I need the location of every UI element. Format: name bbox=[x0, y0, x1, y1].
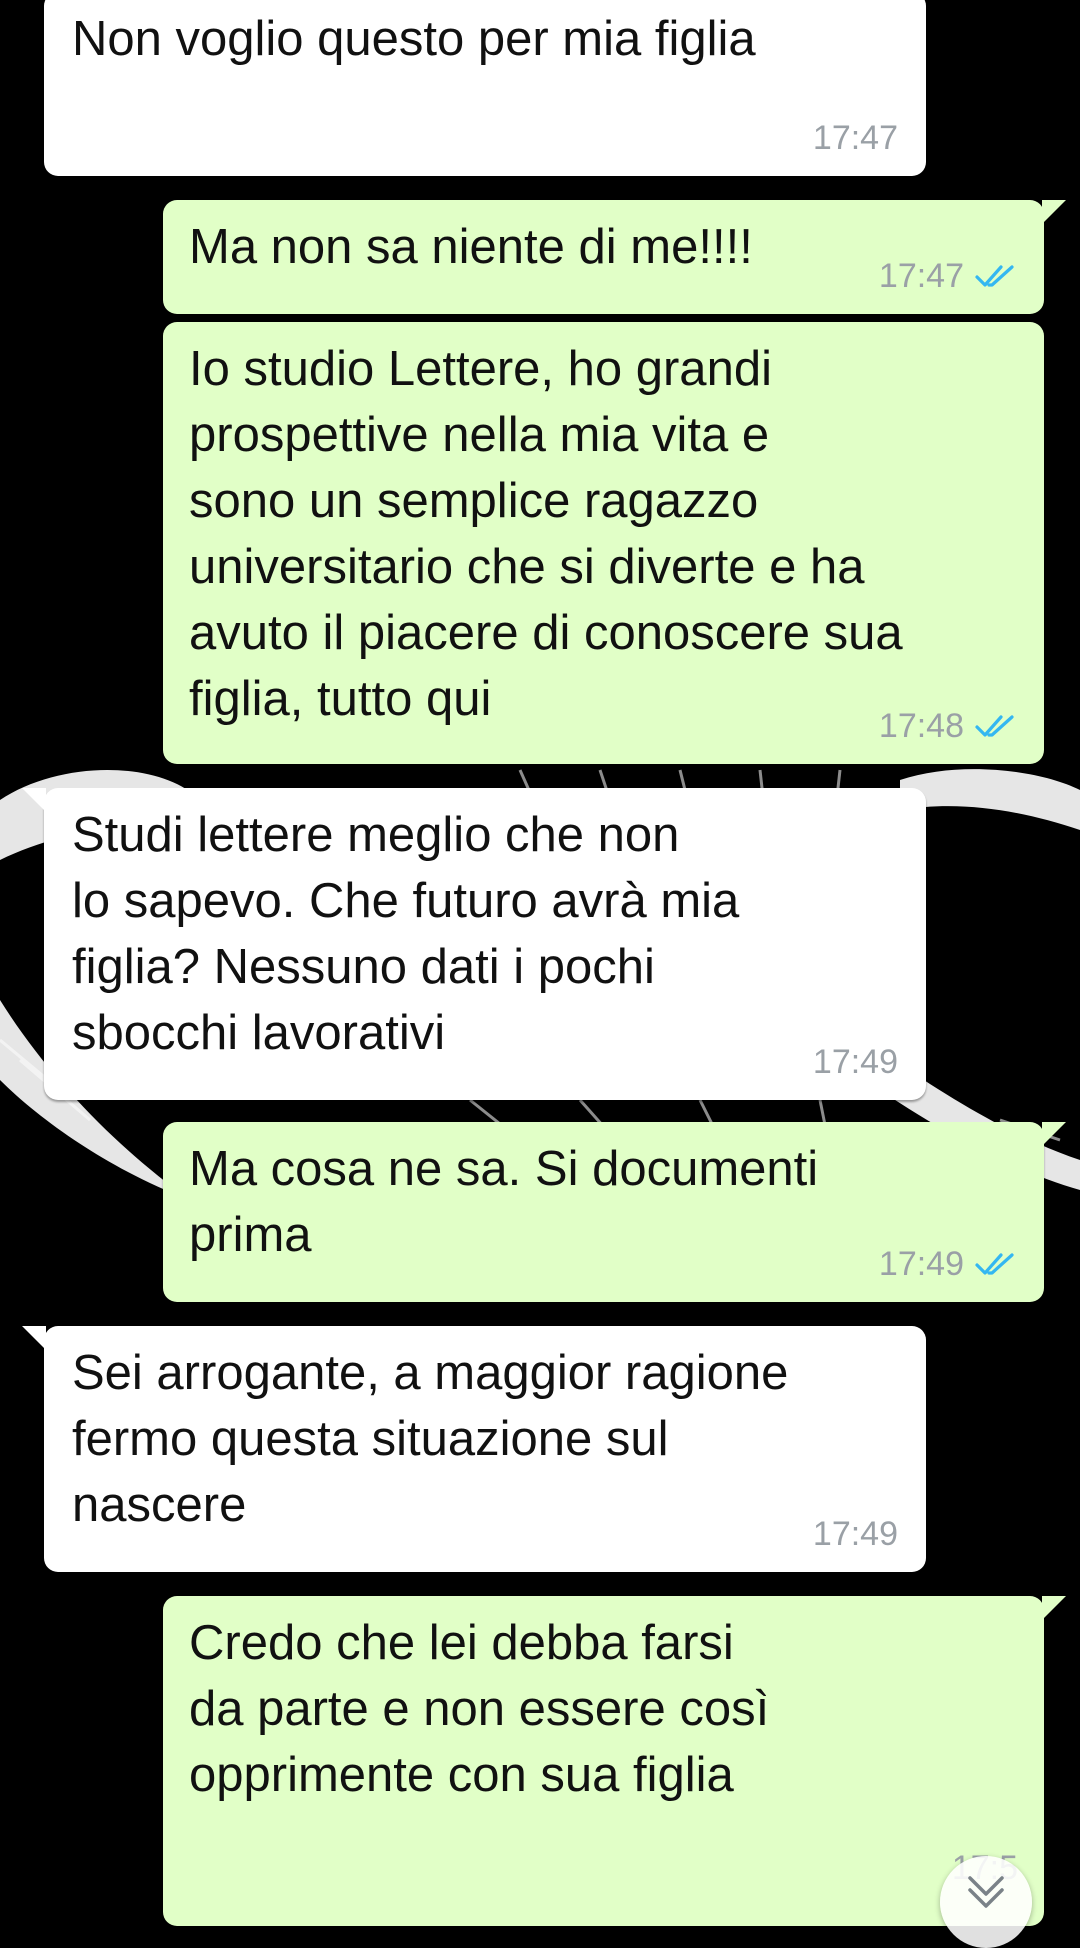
outgoing-message[interactable]: Ma non sa niente di me!!!! 17:47 bbox=[163, 200, 1066, 314]
message-time: 17:49 bbox=[812, 1043, 898, 1081]
incoming-message[interactable]: Studi lettere meglio che non lo sapevo. … bbox=[22, 788, 926, 1100]
message-text: Studi lettere meglio che non lo sapevo. … bbox=[72, 808, 740, 1060]
message-text: Sei arrogante, a maggior ragione fermo q… bbox=[72, 1346, 789, 1532]
message-meta: 17:49 bbox=[813, 1042, 898, 1082]
message-time: 17:49 bbox=[812, 1515, 898, 1553]
message-time: 17:47 bbox=[878, 257, 964, 295]
message-time: 17:48 bbox=[878, 707, 964, 745]
chat-area[interactable]: Non voglio questo per mia figlia 17:47 M… bbox=[0, 0, 1080, 1926]
outgoing-message[interactable]: Ma cosa ne sa. Si documenti prima 17:49 bbox=[163, 1122, 1066, 1302]
message-text: Io studio Lettere, ho grandi prospettive… bbox=[189, 342, 903, 726]
double-check-icon bbox=[975, 1253, 1014, 1275]
message-meta: 17:48 bbox=[879, 706, 1018, 746]
double-check-icon bbox=[975, 265, 1014, 287]
message-meta: 17:49 bbox=[879, 1244, 1018, 1284]
message-meta: 17:47 bbox=[813, 118, 898, 158]
outgoing-message[interactable]: Credo che lei debba farsi da parte e non… bbox=[163, 1596, 1066, 1926]
message-text: Credo che lei debba farsi da parte e non… bbox=[189, 1616, 770, 1802]
message-meta: 17:49 bbox=[813, 1514, 898, 1554]
scroll-down-button[interactable] bbox=[940, 1856, 1032, 1948]
chevron-down-icon bbox=[968, 1876, 1004, 1908]
message-meta: 17:47 bbox=[879, 256, 1018, 296]
message-time: 17:49 bbox=[878, 1245, 964, 1283]
outgoing-message[interactable]: Io studio Lettere, ho grandi prospettive… bbox=[163, 322, 1044, 764]
incoming-message[interactable]: Non voglio questo per mia figlia 17:47 bbox=[44, 0, 926, 176]
double-check-icon bbox=[975, 715, 1014, 737]
message-time: 17:47 bbox=[812, 119, 898, 157]
message-text: Non voglio questo per mia figlia bbox=[72, 12, 756, 66]
incoming-message[interactable]: Sei arrogante, a maggior ragione fermo q… bbox=[22, 1326, 926, 1572]
